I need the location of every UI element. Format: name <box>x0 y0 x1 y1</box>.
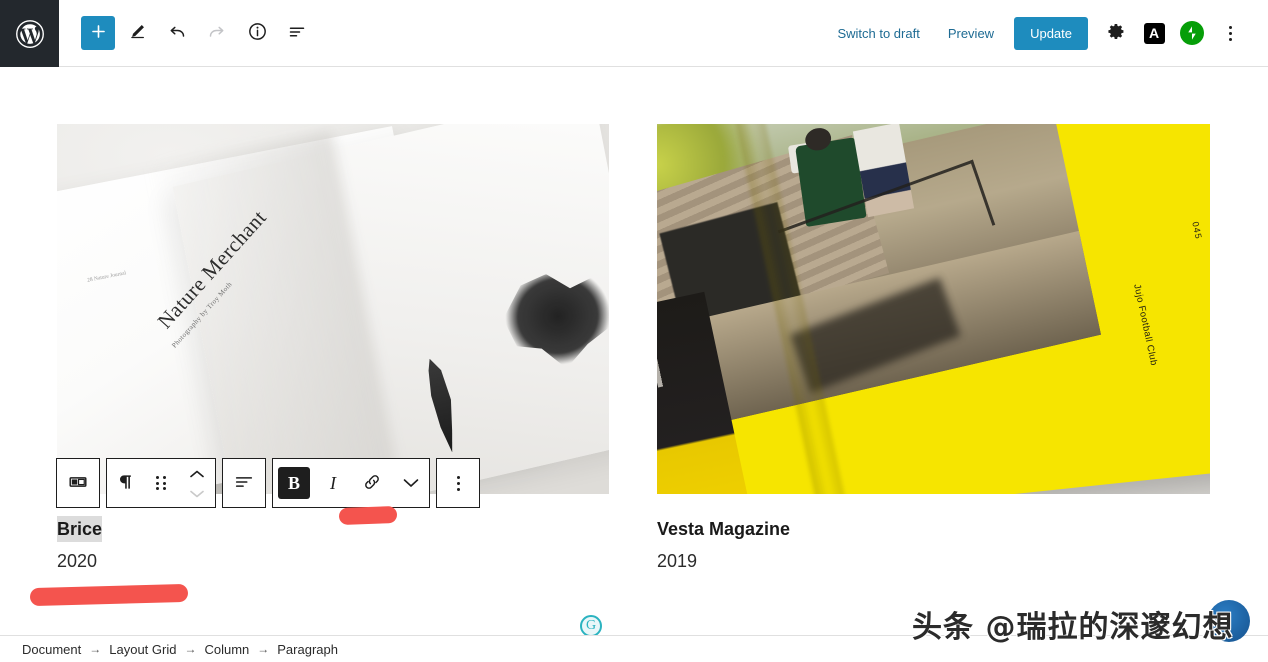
edit-mode-button[interactable] <box>119 15 155 51</box>
caption-title-right[interactable]: Vesta Magazine <box>657 516 790 542</box>
breadcrumb: Document → Layout Grid → Column → Paragr… <box>0 635 1268 662</box>
info-circle-icon <box>247 21 268 45</box>
chevron-up-icon[interactable] <box>190 466 204 481</box>
text-align-button[interactable] <box>223 459 265 507</box>
breadcrumb-separator-icon: → <box>184 642 197 656</box>
watermark-badge <box>1208 600 1250 642</box>
top-bar-spacer <box>315 0 823 66</box>
kebab-menu-icon <box>1228 25 1232 41</box>
paragraph-block-title-left[interactable]: Brice <box>57 516 609 543</box>
caption-title-left[interactable]: Brice <box>57 516 103 543</box>
breadcrumb-item-layout-grid[interactable]: Layout Grid <box>109 642 176 657</box>
block-options-group <box>436 458 480 508</box>
bold-button[interactable]: B <box>273 459 315 507</box>
text-align-icon <box>233 471 255 496</box>
more-options-button[interactable] <box>1212 15 1248 51</box>
jetpack-button[interactable] <box>1174 15 1210 51</box>
chevron-down-icon[interactable] <box>190 486 204 501</box>
drag-handle-button[interactable] <box>143 459 179 507</box>
caption-left: Brice 2020 <box>57 516 609 575</box>
move-arrows <box>190 466 204 501</box>
jetpack-bolt-icon <box>1180 21 1204 45</box>
magazine-page-number: 045 <box>1190 220 1204 241</box>
italic-icon: I <box>330 472 336 493</box>
drag-handle-icon <box>156 476 166 490</box>
redo-button[interactable] <box>199 15 235 51</box>
caption-year-left[interactable]: 2020 <box>57 548 609 575</box>
wordpress-logo-icon <box>15 19 45 49</box>
magazine-yellow-page: 045 Jujo Football Club <box>657 124 1210 494</box>
paragraph-pilcrow-icon <box>115 472 135 495</box>
details-button[interactable] <box>239 15 275 51</box>
top-bar-left-tools <box>59 0 315 66</box>
magazine-photo-scene: 045 Jujo Football Club <box>657 124 1210 494</box>
add-block-button[interactable] <box>81 16 115 50</box>
book-photo-scene: 28 Nature Journal Nature Merchant Photog… <box>57 124 609 494</box>
undo-button[interactable] <box>159 15 195 51</box>
breadcrumb-item-document[interactable]: Document <box>22 642 81 657</box>
bold-icon: B <box>278 467 310 499</box>
photo-lower-stripes <box>657 357 664 408</box>
plus-icon <box>90 23 107 43</box>
block-move-group <box>106 458 216 508</box>
yoast-seo-button[interactable]: A <box>1136 15 1172 51</box>
move-block-buttons[interactable] <box>179 459 215 507</box>
layout-grid-block-icon <box>67 471 89 496</box>
paragraph-block-title-right[interactable]: Vesta Magazine <box>657 516 1210 542</box>
more-rich-text-button[interactable] <box>393 459 429 507</box>
caption-right: Vesta Magazine 2019 <box>657 516 1210 575</box>
settings-button[interactable] <box>1098 15 1134 51</box>
switch-to-draft-button[interactable]: Switch to draft <box>823 18 933 49</box>
magazine-spread-photo[interactable]: 045 Jujo Football Club <box>657 124 1210 494</box>
italic-button[interactable]: I <box>315 459 351 507</box>
kebab-menu-icon <box>456 475 460 491</box>
rich-text-format-group: B I <box>272 458 430 508</box>
column-block-right[interactable]: 045 Jujo Football Club Vesta Magazine 20… <box>657 124 1210 575</box>
editor-top-bar: Switch to draft Preview Update A <box>0 0 1268 67</box>
book-spread-photo[interactable]: 28 Nature Journal Nature Merchant Photog… <box>57 124 609 494</box>
breadcrumb-item-paragraph[interactable]: Paragraph <box>277 642 338 657</box>
block-type-group <box>56 458 100 508</box>
chevron-down-icon <box>403 476 419 491</box>
update-button[interactable]: Update <box>1014 16 1088 50</box>
magazine-caption-text: Jujo Football Club <box>1130 282 1159 367</box>
block-toolbar: B I <box>56 458 480 508</box>
align-group <box>222 458 266 508</box>
breadcrumb-item-column[interactable]: Column <box>204 642 249 657</box>
caption-year-right[interactable]: 2019 <box>657 548 1210 575</box>
link-button[interactable] <box>351 459 393 507</box>
link-icon <box>361 471 383 496</box>
editor-root: Switch to draft Preview Update A 28 Natu… <box>0 0 1268 662</box>
gear-icon <box>1107 22 1126 44</box>
list-view-button[interactable] <box>279 15 315 51</box>
list-view-icon <box>287 22 307 45</box>
wordpress-logo-button[interactable] <box>0 0 59 67</box>
grammarly-badge-icon[interactable]: G <box>580 615 602 635</box>
redo-arrow-icon <box>207 22 227 45</box>
paragraph-block-type-button[interactable] <box>107 459 143 507</box>
red-highlight-stroke-upper <box>338 505 398 526</box>
pencil-icon <box>128 22 147 44</box>
layout-grid-block-icon-button[interactable] <box>57 459 99 507</box>
preview-button[interactable]: Preview <box>934 18 1008 49</box>
breadcrumb-separator-icon: → <box>89 642 102 656</box>
top-bar-right-tools: Switch to draft Preview Update A <box>823 0 1268 66</box>
editor-canvas[interactable]: 28 Nature Journal Nature Merchant Photog… <box>0 67 1268 635</box>
yoast-seo-icon: A <box>1143 22 1165 44</box>
block-options-button[interactable] <box>437 459 479 507</box>
breadcrumb-separator-icon: → <box>257 642 270 656</box>
undo-arrow-icon <box>167 22 187 45</box>
